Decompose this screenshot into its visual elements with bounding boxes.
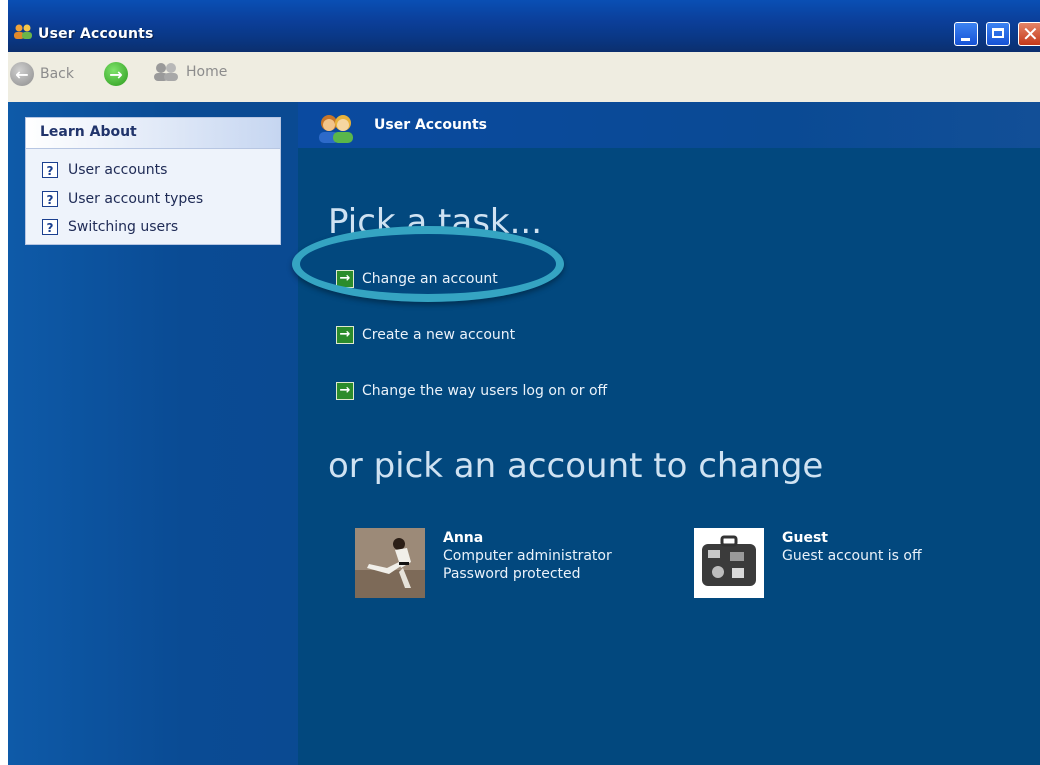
close-button[interactable]: ✕ xyxy=(1018,22,1040,46)
minimize-icon xyxy=(961,38,970,41)
forward-button[interactable]: → xyxy=(104,62,128,86)
help-icon: ? xyxy=(42,162,58,178)
learn-item-label: User account types xyxy=(68,191,204,207)
user-accounts-icon xyxy=(319,115,353,143)
suitcase-photo-avatar xyxy=(694,528,764,598)
window-title: User Accounts xyxy=(38,26,154,42)
account-status: Password protected xyxy=(443,566,581,582)
content-header: User Accounts xyxy=(298,102,1040,148)
learn-item-label: User accounts xyxy=(68,162,168,178)
karate-photo-avatar xyxy=(355,528,425,598)
task-label: Change the way users log on or off xyxy=(362,383,608,399)
task-create-account[interactable]: → Create a new account xyxy=(336,326,515,344)
learn-about-title: Learn About xyxy=(40,124,137,140)
minimize-button[interactable] xyxy=(954,22,978,46)
navigation-toolbar: ← Back → Home xyxy=(8,52,1040,103)
account-name: Guest xyxy=(782,530,828,546)
task-label: Create a new account xyxy=(362,327,516,343)
home-users-icon xyxy=(154,63,178,81)
content-header-title: User Accounts xyxy=(374,117,487,133)
learn-item-label: Switching users xyxy=(68,219,179,235)
back-label: Back xyxy=(40,66,74,82)
highlight-ring xyxy=(292,226,564,302)
home-label: Home xyxy=(186,64,228,80)
learn-about-panel: Learn About ? User accounts ? User accou… xyxy=(25,117,281,245)
learn-item-user-accounts[interactable]: ? User accounts xyxy=(42,162,167,178)
pick-account-heading: or pick an account to change xyxy=(328,446,824,486)
forward-arrow-icon: → xyxy=(104,62,128,86)
learn-item-user-account-types[interactable]: ? User account types xyxy=(42,191,203,207)
task-change-logon[interactable]: → Change the way users log on or off xyxy=(336,382,607,400)
back-arrow-icon: ← xyxy=(10,62,34,86)
account-type: Computer administrator xyxy=(443,548,612,564)
home-button[interactable]: Home xyxy=(152,62,227,82)
account-status: Guest account is off xyxy=(782,548,922,564)
learn-item-switching-users[interactable]: ? Switching users xyxy=(42,219,178,235)
back-button[interactable]: ← Back xyxy=(10,62,74,86)
green-arrow-icon: → xyxy=(336,326,354,344)
close-icon: ✕ xyxy=(1022,22,1039,46)
main-content: User Accounts Pick a task... → Change an… xyxy=(292,102,1040,765)
maximize-icon xyxy=(992,28,1004,38)
title-bar[interactable]: User Accounts ✕ xyxy=(8,0,1040,52)
learn-about-header: Learn About xyxy=(26,118,280,149)
green-arrow-icon: → xyxy=(336,382,354,400)
task-sidebar: Learn About ? User accounts ? User accou… xyxy=(8,102,298,765)
maximize-button[interactable] xyxy=(986,22,1010,46)
users-icon xyxy=(14,24,32,39)
help-icon: ? xyxy=(42,191,58,207)
help-icon: ? xyxy=(42,219,58,235)
account-name: Anna xyxy=(443,530,484,546)
user-accounts-window: User Accounts ✕ ← Back → Home Learn Abou… xyxy=(8,0,1040,765)
